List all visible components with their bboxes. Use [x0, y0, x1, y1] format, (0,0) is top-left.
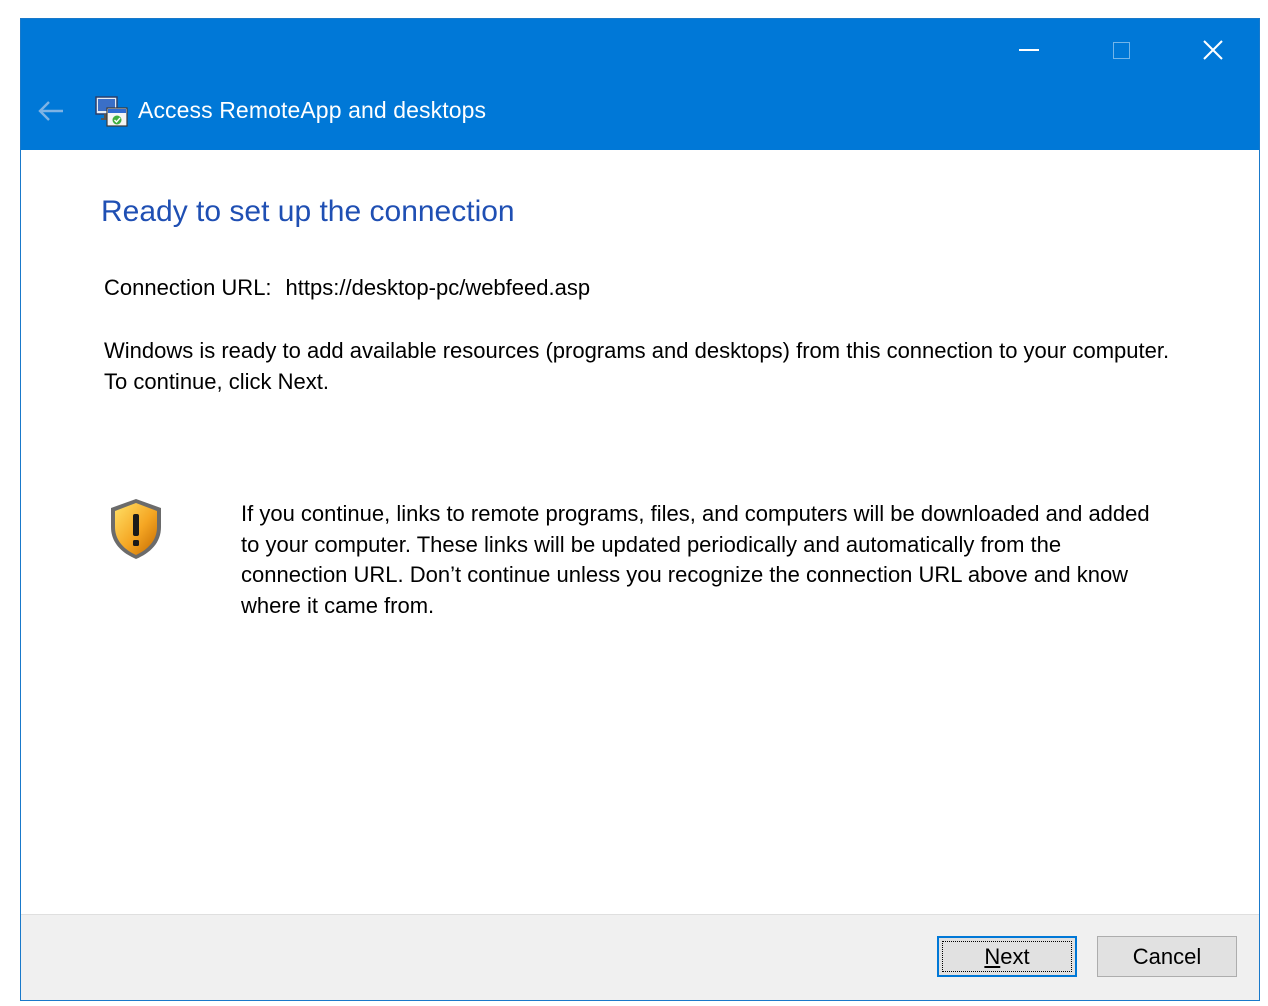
cancel-button[interactable]: Cancel [1097, 936, 1237, 977]
access-key: N [984, 943, 1001, 969]
next-button-label: Next [984, 944, 1029, 970]
connection-url-value: https://desktop-pc/webfeed.asp [285, 275, 591, 300]
minimize-icon [1019, 49, 1039, 51]
minimize-button[interactable] [983, 19, 1075, 81]
close-icon [1203, 40, 1223, 60]
button-bar: Next Cancel [21, 914, 1259, 1000]
page-heading: Ready to set up the connection [101, 195, 515, 228]
remoteapp-icon [95, 96, 128, 127]
next-button-label-rest: ext [1000, 943, 1030, 969]
maximize-button[interactable] [1075, 19, 1167, 81]
maximize-icon [1112, 41, 1130, 59]
close-button[interactable] [1167, 19, 1259, 81]
description-text: Windows is ready to add available resour… [104, 338, 1170, 394]
connection-url-label: Connection URL: [104, 275, 272, 300]
connection-url-row: Connection URL: https://desktop-pc/webfee… [104, 275, 590, 301]
title-bar[interactable]: Access RemoteApp and desktops [21, 19, 1259, 150]
window-title: Access RemoteApp and desktops [138, 97, 487, 123]
back-button[interactable] [29, 93, 73, 129]
next-button[interactable]: Next [937, 936, 1077, 977]
back-arrow-icon [38, 101, 63, 121]
wizard-window: Access RemoteApp and desktops Ready to s… [20, 18, 1260, 1001]
warning-text: If you continue, links to remote program… [241, 501, 1150, 618]
shield-warning-icon [111, 499, 161, 559]
